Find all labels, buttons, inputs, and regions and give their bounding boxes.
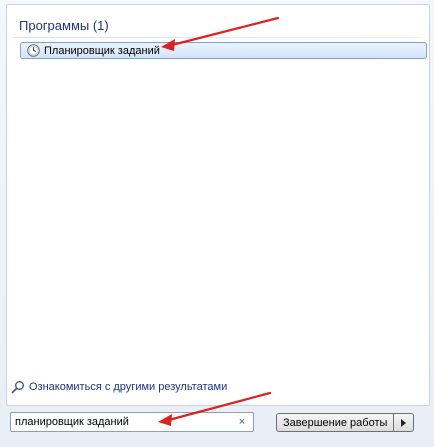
see-more-label: Ознакомиться с другими результатами	[29, 381, 228, 393]
result-item-task-scheduler[interactable]: Планировщик заданий	[20, 42, 427, 59]
clock-icon	[27, 44, 40, 57]
shutdown-options-button[interactable]	[394, 413, 415, 432]
shutdown-button[interactable]: Завершение работы	[276, 413, 395, 432]
result-item-label: Планировщик заданий	[44, 44, 160, 57]
search-input[interactable]	[11, 414, 235, 430]
section-header-programs: Программы (1)	[19, 18, 109, 33]
see-more-results-link[interactable]: Ознакомиться с другими результатами	[11, 380, 227, 394]
arrow-right-icon	[401, 418, 407, 427]
search-box: ×	[10, 412, 254, 432]
shutdown-group: Завершение работы	[276, 413, 415, 432]
clear-search-icon[interactable]: ×	[235, 416, 249, 428]
section-divider	[13, 37, 423, 38]
search-results-pane: Программы (1) Планировщик заданий	[6, 4, 430, 406]
start-menu: Программы (1) Планировщик заданий Ознако…	[0, 0, 434, 447]
magnifier-icon	[11, 381, 24, 394]
